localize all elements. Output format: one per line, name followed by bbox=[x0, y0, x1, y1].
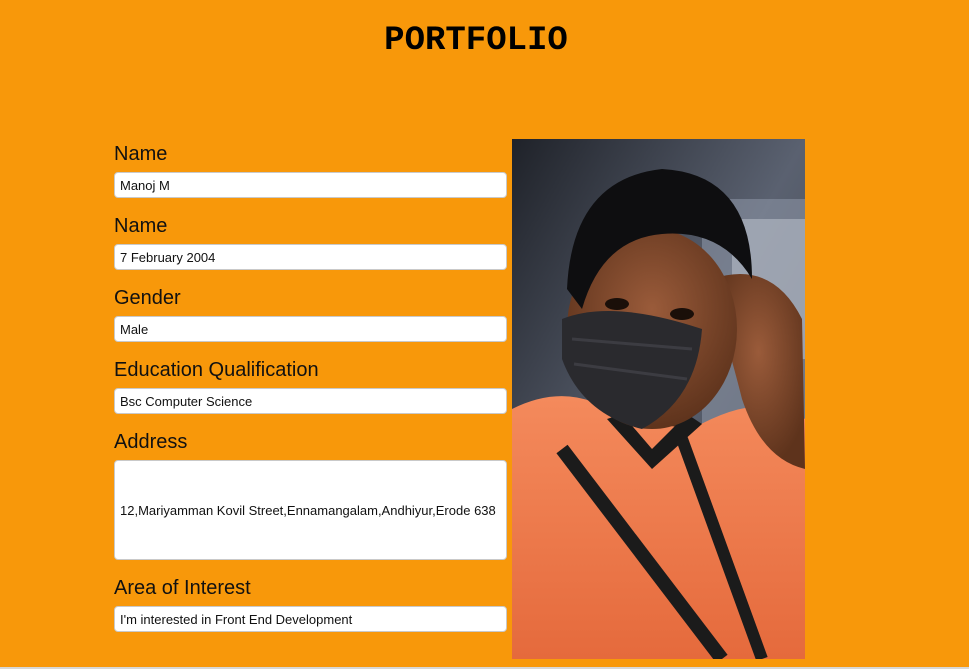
gender-label: Gender bbox=[114, 287, 181, 309]
field-dob: Name bbox=[114, 212, 507, 270]
field-name: Name bbox=[114, 140, 507, 198]
portfolio-form: Name Name Gender Education Qualification… bbox=[114, 140, 507, 646]
gender-input[interactable] bbox=[114, 316, 507, 342]
field-gender: Gender bbox=[114, 284, 507, 342]
address-label: Address bbox=[114, 431, 188, 453]
field-address: Address 12,Mariyamman Kovil Street,Ennam… bbox=[114, 428, 507, 560]
field-interest: Area of Interest bbox=[114, 574, 507, 632]
person-photo-icon bbox=[512, 139, 805, 659]
address-textarea[interactable]: 12,Mariyamman Kovil Street,Ennamangalam,… bbox=[114, 460, 507, 560]
field-education: Education Qualification bbox=[114, 356, 507, 414]
profile-photo bbox=[512, 139, 805, 659]
name-input[interactable] bbox=[114, 172, 507, 198]
interest-label: Area of Interest bbox=[114, 577, 251, 599]
dob-input[interactable] bbox=[114, 244, 507, 270]
page-title: PORTFOLIO bbox=[384, 22, 568, 60]
dob-label: Name bbox=[114, 215, 168, 237]
education-input[interactable] bbox=[114, 388, 507, 414]
interest-input[interactable] bbox=[114, 606, 507, 632]
education-label: Education Qualification bbox=[114, 359, 319, 381]
name-label: Name bbox=[114, 143, 168, 165]
